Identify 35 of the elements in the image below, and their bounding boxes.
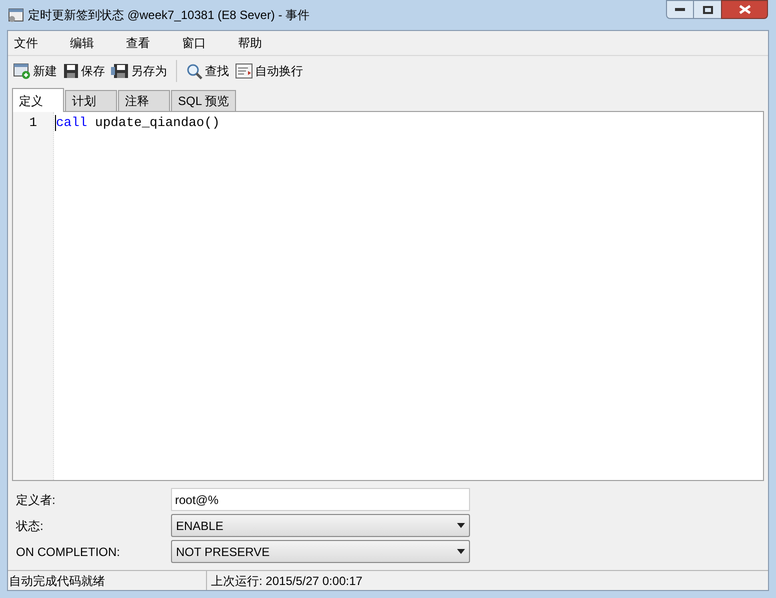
field-label: 状态:	[16, 518, 44, 534]
field-label: ON COMPLETION:	[16, 544, 122, 560]
status-text: 自动完成代码就绪	[9, 572, 105, 590]
menu-item[interactable]: 查看	[120, 34, 156, 52]
menu-item[interactable]: 帮助	[232, 34, 268, 52]
toolbar-button[interactable]: 另存为	[110, 59, 168, 83]
menu-item[interactable]: 编辑	[64, 34, 100, 52]
field-label: 定义者:	[16, 492, 56, 508]
toolbar-button[interactable]: 保存	[62, 59, 106, 83]
dropdown[interactable]: NOT PRESERVE	[171, 540, 470, 563]
code-line: call update_qiandao()	[55, 115, 220, 131]
dropdown[interactable]: ENABLE	[171, 514, 470, 537]
tab[interactable]: 计划	[65, 90, 117, 111]
line-number: 1	[28, 115, 38, 131]
search-icon	[186, 62, 203, 80]
maximize-button[interactable]	[694, 0, 721, 19]
input-field[interactable]: root@%	[171, 488, 470, 511]
menu-item[interactable]: 文件	[8, 34, 44, 52]
close-icon	[738, 5, 750, 14]
toolbar-button[interactable]: 查找	[185, 59, 230, 83]
document-wrap-icon	[235, 63, 253, 79]
menu-item[interactable]: 窗口	[176, 34, 212, 52]
window-title: 定时更新签到状态 @week7_10381 (E8 Sever) - 事件	[28, 7, 310, 24]
calendar-icon	[8, 7, 24, 23]
toolbar-button[interactable]: 自动换行	[234, 59, 304, 83]
tab[interactable]: SQL 预览	[171, 90, 236, 111]
minimize-button[interactable]	[666, 0, 694, 19]
tab[interactable]: 定义	[12, 88, 64, 112]
caret-icon	[457, 549, 465, 554]
calendar-add-icon	[13, 62, 31, 80]
tab[interactable]: 注释	[118, 90, 170, 111]
status-text: 上次运行: 2015/5/27 0:00:17	[211, 572, 362, 590]
caret-icon	[457, 523, 465, 528]
close-button[interactable]	[721, 0, 768, 19]
toolbar-button[interactable]: 新建	[12, 59, 58, 83]
